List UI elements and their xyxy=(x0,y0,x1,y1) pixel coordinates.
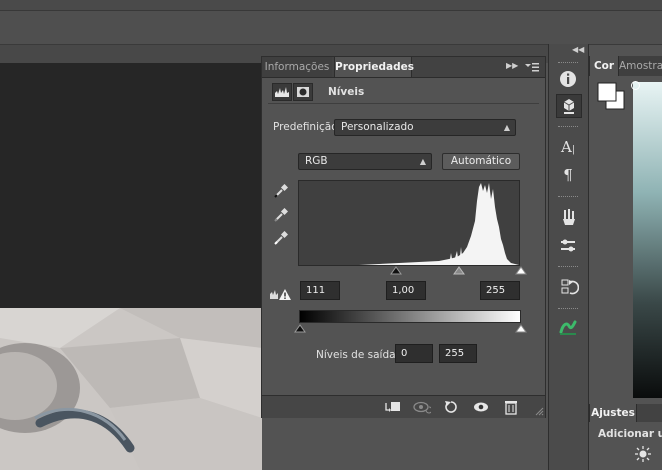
white-point-eyedropper-icon[interactable] xyxy=(274,230,289,245)
tab-cor[interactable]: Cor xyxy=(589,56,619,76)
panel-menu-icon[interactable] xyxy=(524,60,540,74)
history-icon[interactable] xyxy=(556,276,580,298)
paragraph-icon[interactable]: ¶ xyxy=(556,164,580,186)
tab-ajustes[interactable]: Ajustes xyxy=(589,404,637,422)
resize-grip-icon[interactable] xyxy=(534,406,544,416)
panel-tab-bar: Informações Propriedades ▶▶ xyxy=(262,57,545,78)
dock-group-grip[interactable] xyxy=(558,308,578,311)
output-white-field[interactable]: 255 xyxy=(439,344,477,363)
output-levels-label: Níveis de saída: xyxy=(316,349,400,361)
divider xyxy=(268,103,539,104)
preset-label: Predefinição: xyxy=(273,121,342,133)
tab-propriedades[interactable]: Propriedades xyxy=(334,57,414,77)
visibility-eye-icon[interactable] xyxy=(472,399,490,415)
document-image xyxy=(0,308,262,470)
gray-point-eyedropper-icon[interactable] xyxy=(274,207,289,222)
levels-adjustment-icon[interactable] xyxy=(272,83,292,101)
clip-to-layer-icon[interactable] xyxy=(384,399,402,415)
brightness-contrast-icon[interactable] xyxy=(635,446,651,462)
delete-trash-icon[interactable] xyxy=(502,399,520,415)
foreground-background-swatches[interactable] xyxy=(597,82,625,110)
options-bar xyxy=(0,11,662,45)
preset-dropdown[interactable]: Personalizado ▲ xyxy=(334,119,516,136)
dock-group-grip[interactable] xyxy=(558,266,578,269)
channel-value: RGB xyxy=(305,155,328,167)
color-panel: Cor Amostras xyxy=(588,56,662,402)
auto-button[interactable]: Automático xyxy=(442,153,520,170)
output-black-slider[interactable] xyxy=(294,323,306,336)
panel-dock-column: ◀◀ A| ¶ xyxy=(548,44,589,470)
color-spectrum-field[interactable] xyxy=(633,82,662,398)
tab-informacoes[interactable]: Informações xyxy=(262,57,332,77)
input-white-field[interactable]: 255 xyxy=(480,281,520,300)
channel-dropdown[interactable]: RGB ▲ xyxy=(298,153,432,170)
color-picker-marker[interactable] xyxy=(631,81,640,90)
adjustments-heading: Adicionar um ajuste xyxy=(598,428,662,440)
dock-group-grip[interactable] xyxy=(558,196,578,199)
panel-footer xyxy=(262,395,545,418)
adjustments-panel: Ajustes Adicionar um ajuste xyxy=(588,404,662,470)
properties-icon[interactable] xyxy=(556,94,582,118)
input-gamma-slider[interactable] xyxy=(453,265,465,278)
adjustments-tab-bar: Ajustes xyxy=(589,404,662,422)
input-gamma-field[interactable]: 1,00 xyxy=(386,281,426,300)
adjustment-title: Níveis xyxy=(328,86,365,98)
output-levels-gradient xyxy=(299,310,521,323)
properties-panel: Informações Propriedades ▶▶ Níveis Prede… xyxy=(261,56,546,418)
reset-icon[interactable] xyxy=(442,399,460,415)
input-white-slider[interactable] xyxy=(515,265,527,278)
character-icon[interactable]: A| xyxy=(556,136,580,158)
plugin-icon[interactable] xyxy=(556,316,580,338)
output-white-slider[interactable] xyxy=(515,323,527,336)
view-previous-state-icon[interactable] xyxy=(413,399,433,415)
collapse-panel-icon[interactable]: ▶▶ xyxy=(506,61,518,73)
preset-value: Personalizado xyxy=(341,121,414,133)
clipping-warning-icon[interactable] xyxy=(269,287,291,301)
dropdown-arrow-icon: ▲ xyxy=(419,157,426,166)
application-bar xyxy=(0,0,662,11)
dock-group-grip[interactable] xyxy=(558,62,578,65)
collapse-dock-icon[interactable]: ◀◀ xyxy=(572,45,584,54)
brush-settings-icon[interactable] xyxy=(556,234,580,256)
input-black-slider[interactable] xyxy=(390,265,402,278)
dropdown-arrow-icon: ▲ xyxy=(503,123,510,132)
info-icon[interactable] xyxy=(556,68,580,90)
brushes-icon[interactable] xyxy=(556,206,580,228)
histogram xyxy=(298,180,520,266)
layer-mask-icon[interactable] xyxy=(293,83,313,101)
output-black-field[interactable]: 0 xyxy=(395,344,433,363)
dock-group-grip[interactable] xyxy=(558,126,578,129)
black-point-eyedropper-icon[interactable] xyxy=(274,183,289,198)
color-panel-tab-bar: Cor Amostras xyxy=(589,56,662,76)
tab-amostras[interactable]: Amostras xyxy=(619,56,662,76)
input-black-field[interactable]: 111 xyxy=(300,281,340,300)
